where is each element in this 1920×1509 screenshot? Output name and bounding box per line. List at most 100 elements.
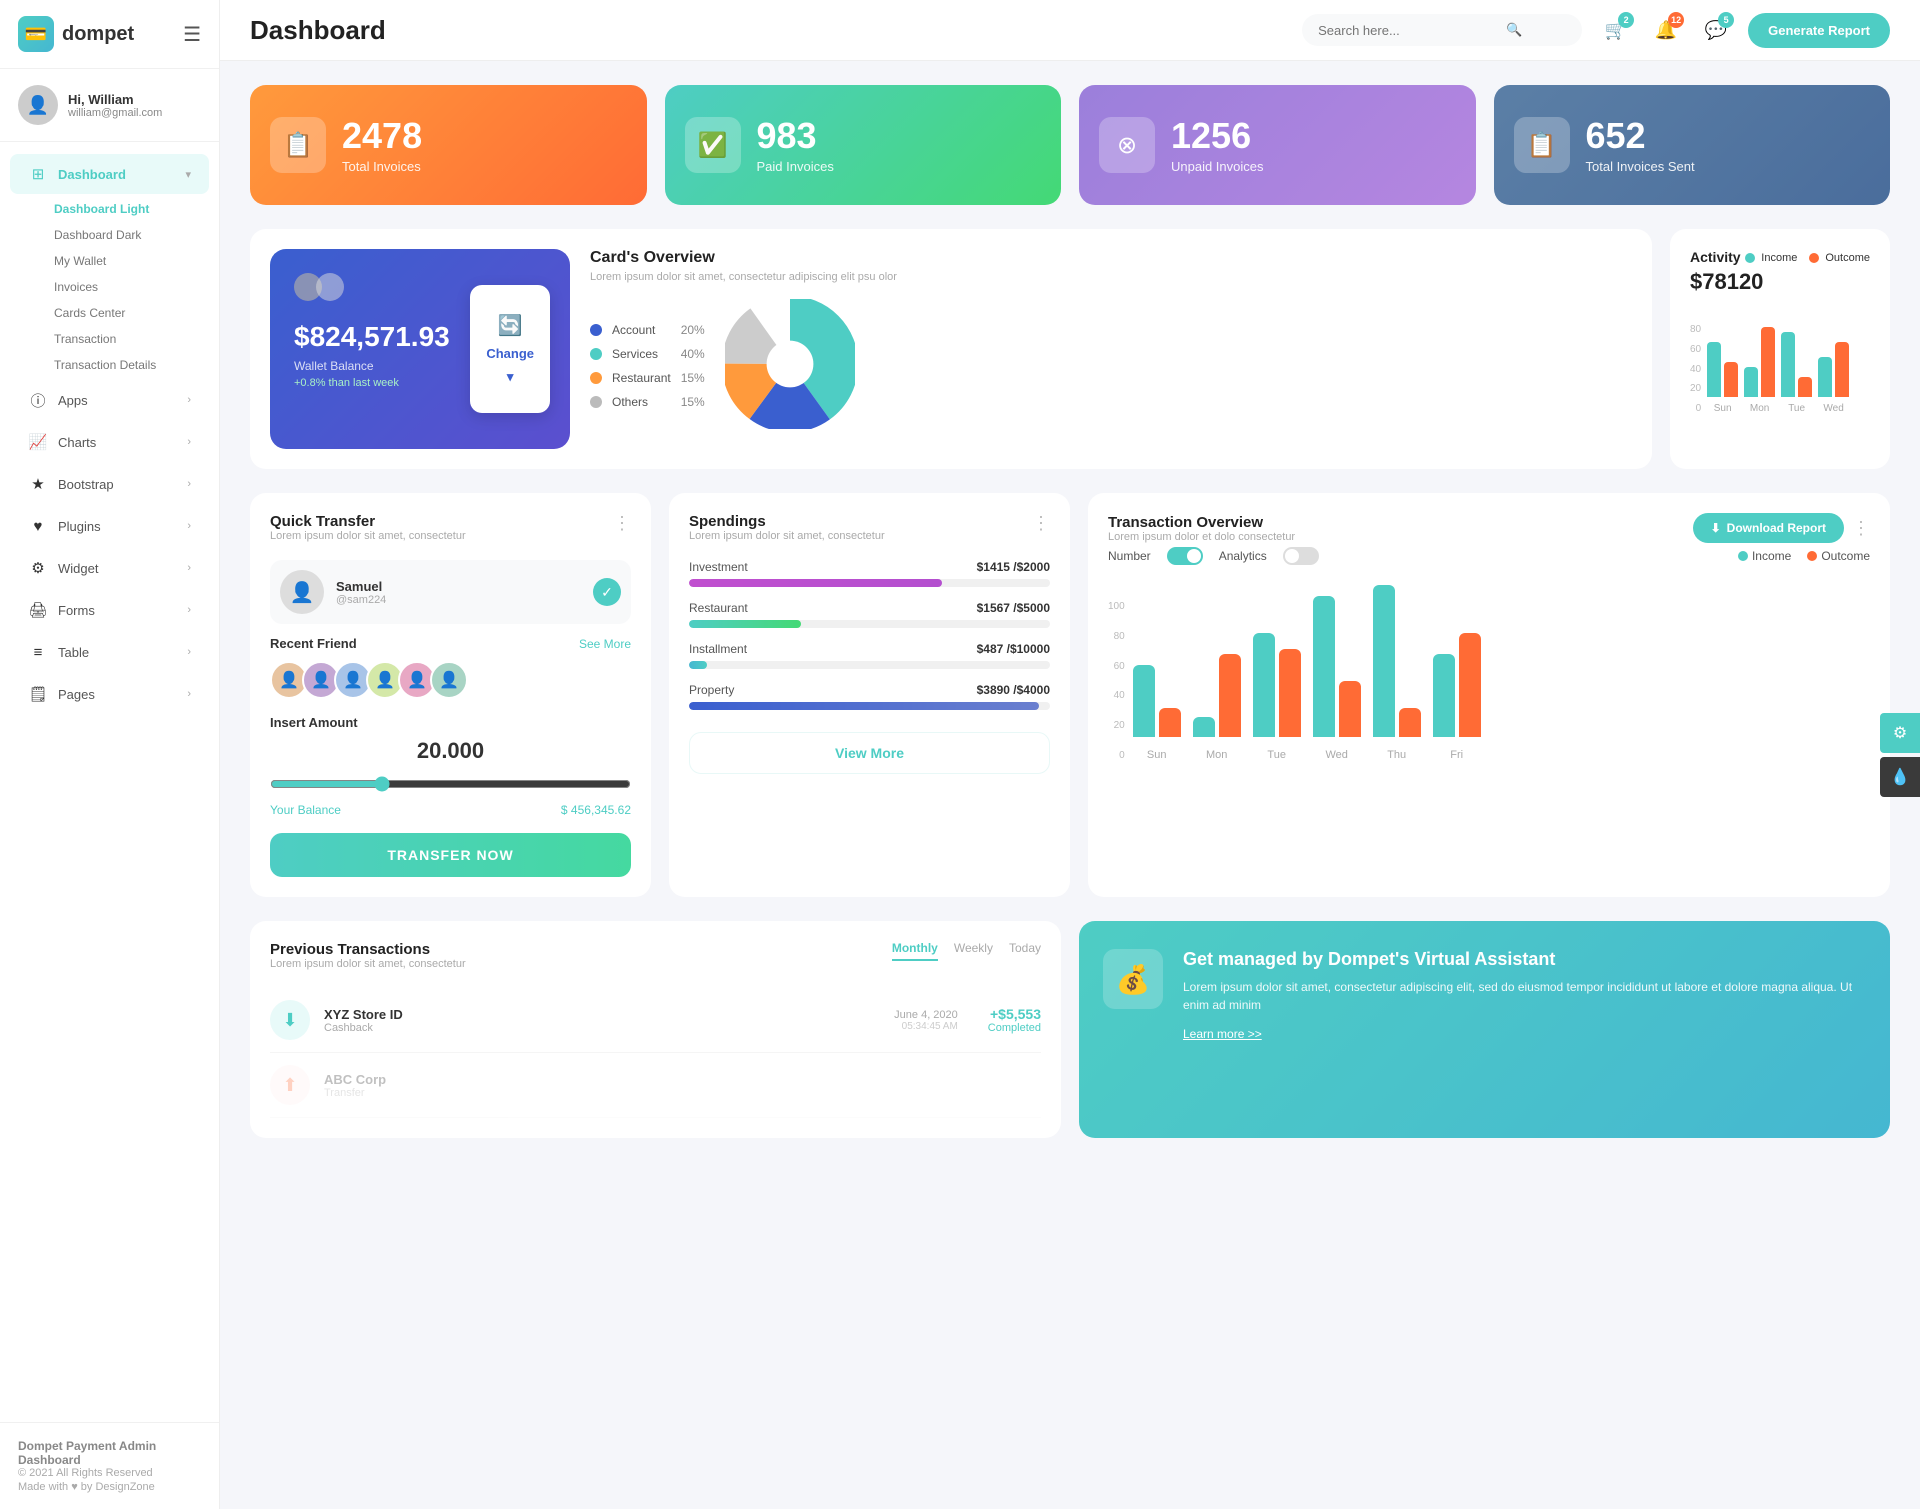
sidebar-item-dashboard[interactable]: ⊞ Dashboard ▾ xyxy=(10,154,209,194)
spending-restaurant-amount: $1567 /$5000 xyxy=(977,601,1050,615)
notification-button[interactable]: 🔔 12 xyxy=(1648,12,1684,48)
quick-transfer-menu[interactable]: ⋮ xyxy=(613,513,631,534)
generate-report-button[interactable]: Generate Report xyxy=(1748,13,1890,48)
big-bar-group-sun xyxy=(1133,665,1181,737)
download-report-button[interactable]: ⬇ Download Report xyxy=(1693,513,1844,543)
spending-property-amount: $3890 /$4000 xyxy=(977,683,1050,697)
spending-restaurant-bar-bg xyxy=(689,620,1050,628)
sidebar-item-table[interactable]: ≡ Table › xyxy=(10,632,209,672)
outcome-bar-sun xyxy=(1724,362,1738,397)
sidebar-item-widget[interactable]: ⚙ Widget › xyxy=(10,548,209,588)
avatar: 👤 xyxy=(18,85,58,125)
bar-group-tue xyxy=(1781,332,1812,397)
activity-header: Activity Income Outcome xyxy=(1690,249,1870,267)
transaction-overview-menu[interactable]: ⋮ xyxy=(1852,518,1870,539)
transfer-now-button[interactable]: TRANSFER NOW xyxy=(270,833,631,877)
bar-label-tue: Tue xyxy=(1781,403,1812,414)
legend-pct-restaurant: 15% xyxy=(681,371,705,385)
see-more-link[interactable]: See More xyxy=(579,637,631,651)
big-income-mon xyxy=(1193,717,1215,737)
contact-check-icon: ✓ xyxy=(593,578,621,606)
friend-avatar-6[interactable]: 👤 xyxy=(430,661,468,699)
paid-invoices-info: 983 Paid Invoices xyxy=(757,116,834,175)
spending-installment-amount: $487 /$10000 xyxy=(977,642,1050,656)
samuel-avatar: 👤 xyxy=(280,570,324,614)
pages-icon: 🗒 xyxy=(28,684,48,704)
recent-friends-label: Recent Friend xyxy=(270,636,357,651)
submenu-cards-center[interactable]: Cards Center xyxy=(36,300,219,326)
big-chart-wrap: 100 80 60 40 20 0 xyxy=(1108,581,1870,761)
big-bar-labels: Sun Mon Tue Wed Thu Fri xyxy=(1133,749,1870,761)
search-input[interactable] xyxy=(1318,23,1498,38)
total-sent-info: 652 Total Invoices Sent xyxy=(1586,116,1695,175)
sidebar-item-charts[interactable]: 📈 Charts › xyxy=(10,422,209,462)
big-label-sun: Sun xyxy=(1133,749,1181,761)
toggle-thumb xyxy=(1187,549,1201,563)
spending-property-bar-bg xyxy=(689,702,1050,710)
spendings-menu[interactable]: ⋮ xyxy=(1032,513,1050,534)
big-outcome-mon xyxy=(1219,654,1241,737)
submenu-transaction[interactable]: Transaction xyxy=(36,326,219,352)
paid-invoices-number: 983 xyxy=(757,116,834,156)
sidebar-item-bootstrap[interactable]: ★ Bootstrap › xyxy=(10,464,209,504)
y-axis: 80 60 40 20 0 xyxy=(1690,324,1701,414)
submenu-my-wallet[interactable]: My Wallet xyxy=(36,248,219,274)
stats-row: 📋 2478 Total Invoices ✅ 983 Paid Invoice… xyxy=(250,85,1890,205)
income-bar-mon xyxy=(1744,367,1758,397)
sidebar-item-forms[interactable]: 🖨 Forms › xyxy=(10,590,209,630)
total-sent-label: Total Invoices Sent xyxy=(1586,159,1695,174)
submenu-dashboard-dark[interactable]: Dashboard Dark xyxy=(36,222,219,248)
transaction-overview-header: Transaction Overview Lorem ipsum dolor e… xyxy=(1108,513,1870,543)
apps-icon: ⓘ xyxy=(28,390,48,410)
search-icon[interactable]: 🔍 xyxy=(1506,22,1522,38)
view-more-button[interactable]: View More xyxy=(689,732,1050,774)
settings-side-button[interactable]: ⚙ xyxy=(1880,713,1920,753)
sidebar-item-plugins[interactable]: ♥ Plugins › xyxy=(10,506,209,546)
hamburger-icon[interactable]: ☰ xyxy=(183,22,201,47)
tx-date-wrap: June 4, 2020 05:34:45 AM xyxy=(894,1009,958,1032)
analytics-toggle[interactable] xyxy=(1283,547,1319,565)
activity-bars: Sun Mon Tue Wed xyxy=(1707,307,1849,414)
spending-investment-label: Investment xyxy=(689,560,748,574)
legend-pct-account: 20% xyxy=(681,323,705,337)
va-title: Get managed by Dompet's Virtual Assistan… xyxy=(1183,949,1866,970)
legend-item-account: Account 20% xyxy=(590,323,705,337)
submenu-invoices[interactable]: Invoices xyxy=(36,274,219,300)
balance-label: Your Balance xyxy=(270,803,341,817)
tab-today[interactable]: Today xyxy=(1009,941,1041,961)
y-60: 60 xyxy=(1108,661,1125,672)
tab-weekly[interactable]: Weekly xyxy=(954,941,993,961)
spending-installment-label: Installment xyxy=(689,642,747,656)
message-button[interactable]: 💬 5 xyxy=(1698,12,1734,48)
total-invoices-info: 2478 Total Invoices xyxy=(342,116,422,175)
friends-row: 👤 👤 👤 👤 👤 👤 xyxy=(270,661,631,699)
sidebar-item-label: Apps xyxy=(58,393,88,408)
sidebar-item-apps[interactable]: ⓘ Apps › xyxy=(10,380,209,420)
va-learn-more-link[interactable]: Learn more >> xyxy=(1183,1027,1262,1041)
chevron-down-icon: ▾ xyxy=(185,168,191,181)
submenu-transaction-details[interactable]: Transaction Details xyxy=(36,352,219,378)
tx-amount: +$5,553 xyxy=(988,1006,1041,1022)
big-bar-group-fri xyxy=(1433,633,1481,737)
theme-side-button[interactable]: 💧 xyxy=(1880,757,1920,797)
cart-button[interactable]: 🛒 2 xyxy=(1598,12,1634,48)
tab-monthly[interactable]: Monthly xyxy=(892,941,938,961)
number-toggle[interactable] xyxy=(1167,547,1203,565)
amount-slider[interactable] xyxy=(270,776,631,792)
big-bars-container: Sun Mon Tue Wed Thu Fri xyxy=(1133,581,1870,761)
tx-info: XYZ Store ID Cashback xyxy=(324,1007,403,1034)
spending-property-label: Property xyxy=(689,683,734,697)
change-card-button[interactable]: 🔄 Change ▾ xyxy=(470,285,550,413)
big-outcome-thu xyxy=(1399,708,1421,737)
big-label-thu: Thu xyxy=(1373,749,1421,761)
activity-amount: $78120 xyxy=(1690,269,1870,295)
dashboard-icon: ⊞ xyxy=(28,164,48,184)
sidebar-item-pages[interactable]: 🗒 Pages › xyxy=(10,674,209,714)
submenu-dashboard-light[interactable]: Dashboard Light xyxy=(36,196,219,222)
contact-item-samuel[interactable]: 👤 Samuel @sam224 ✓ xyxy=(270,560,631,624)
spendings-title: Spendings xyxy=(689,513,885,530)
legend-item-others: Others 15% xyxy=(590,395,705,409)
recent-friends-header: Recent Friend See More xyxy=(270,636,631,651)
va-text: Lorem ipsum dolor sit amet, consectetur … xyxy=(1183,978,1866,1014)
sidebar-item-label: Forms xyxy=(58,603,95,618)
